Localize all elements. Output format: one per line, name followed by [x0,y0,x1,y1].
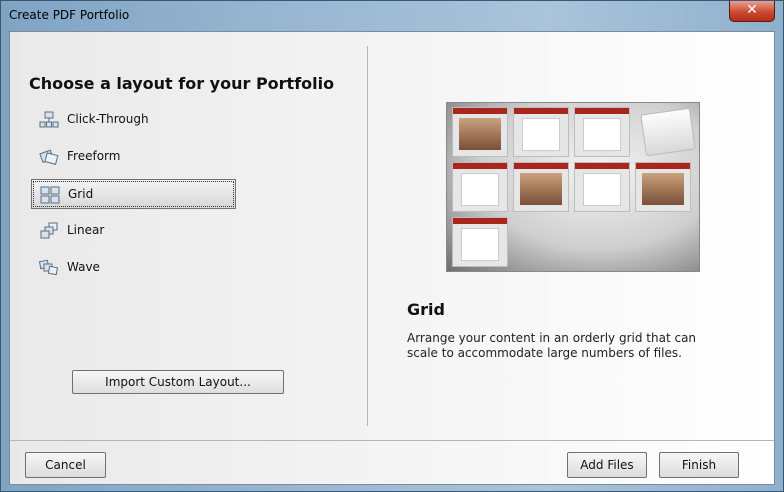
preview-tile [513,107,569,157]
layout-description-title: Grid [407,300,445,319]
layout-option-label: Grid [68,187,94,201]
vertical-divider [367,46,368,426]
preview-tile [452,217,508,267]
dialog-content: Choose a layout for your Portfolio Click… [9,31,775,485]
preview-tile [574,162,630,212]
cancel-button[interactable]: Cancel [25,452,106,478]
layout-option-wave[interactable]: Wave [31,253,236,283]
layout-option-freeform[interactable]: Freeform [31,142,236,172]
close-button[interactable]: ✕ [729,1,775,22]
window-title: Create PDF Portfolio [9,8,130,22]
preview-tile [513,162,569,212]
import-custom-layout-button[interactable]: Import Custom Layout... [72,370,284,394]
wave-icon [39,259,59,276]
layout-option-label: Wave [67,260,100,274]
dialog-window: Create PDF Portfolio ✕ Choose a layout f… [0,0,784,492]
linear-icon [40,222,58,239]
grid-icon [40,186,60,204]
add-files-button[interactable]: Add Files [567,452,647,478]
preview-tile [635,162,691,212]
layout-option-label: Linear [67,223,105,237]
close-icon: ✕ [746,2,758,18]
finish-button[interactable]: Finish [659,452,739,478]
layout-option-click-through[interactable]: Click-Through [31,105,236,135]
preview-tile [452,107,508,157]
preview-tile [452,162,508,212]
click-through-icon [39,111,59,128]
layout-option-grid[interactable]: Grid [31,179,236,209]
layout-option-label: Freeform [67,149,121,163]
freeform-icon [39,149,59,165]
layout-heading: Choose a layout for your Portfolio [29,74,335,93]
layout-option-linear[interactable]: Linear [31,216,236,246]
footer-divider [10,440,774,441]
title-bar[interactable]: Create PDF Portfolio ✕ [1,1,783,31]
preview-tile [574,107,630,157]
layout-preview-image [446,102,700,272]
layout-option-label: Click-Through [67,112,149,126]
layout-description-text: Arrange your content in an orderly grid … [407,331,697,360]
folder-icon [640,107,696,157]
